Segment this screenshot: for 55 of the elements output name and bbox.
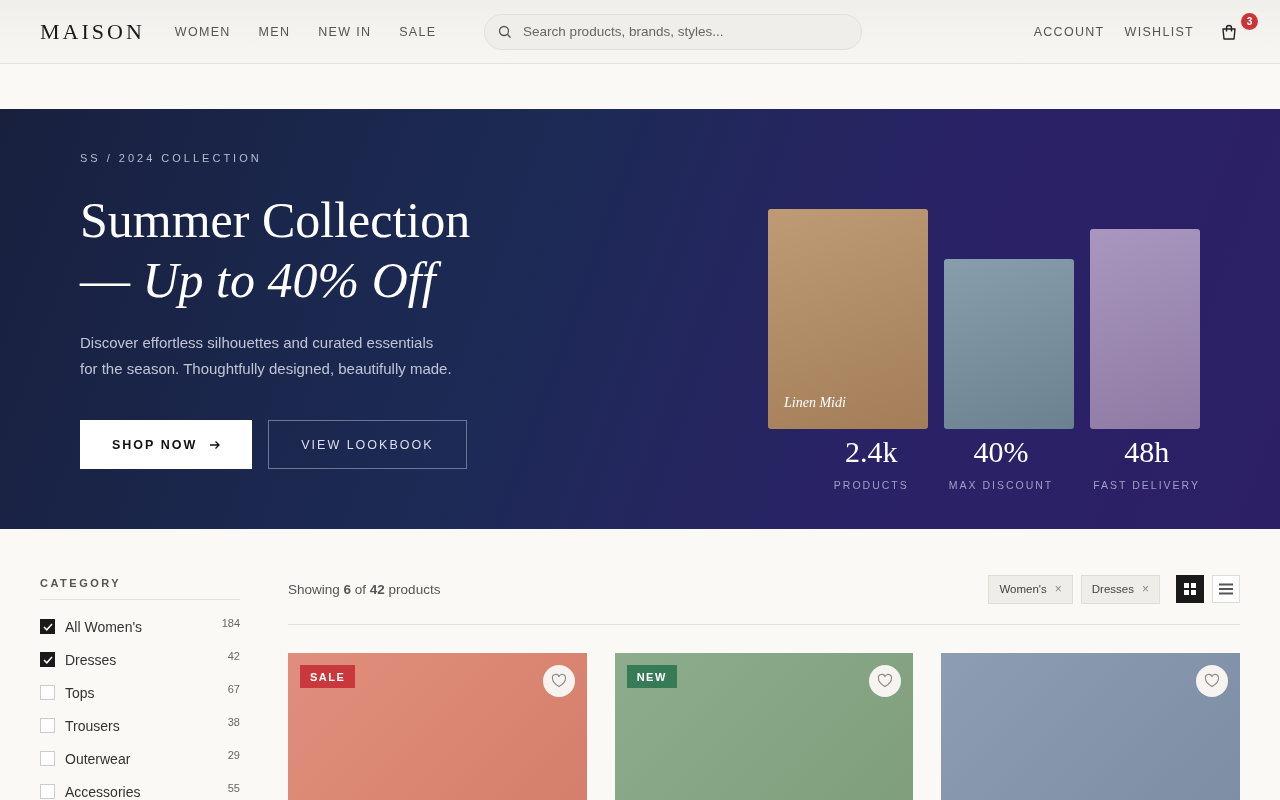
hero-title: Summer Collection — Up to 40% Off [80, 191, 472, 310]
grid-icon [1183, 582, 1197, 596]
nav-link[interactable]: NEW IN [318, 24, 372, 39]
cart-count-badge: 3 [1241, 12, 1258, 30]
heart-icon [1204, 673, 1220, 689]
nav-link[interactable]: SALE [399, 24, 437, 39]
search-field[interactable]: Search products, brands, styles... [484, 13, 863, 50]
header-link[interactable]: ACCOUNT [1033, 24, 1105, 39]
stat-value: 2.4k [844, 434, 899, 470]
checkbox[interactable] [40, 619, 55, 634]
product-badge: SALE [300, 665, 356, 688]
nav-link[interactable]: MEN [258, 24, 291, 39]
filter-count: 38 [227, 716, 240, 728]
filter-label[interactable]: Tops [65, 684, 228, 701]
filter-label[interactable]: Trousers [65, 717, 228, 734]
filter-count: 42 [227, 650, 240, 662]
shop-now-button[interactable]: SHOP NOW [80, 420, 253, 469]
favorite-button[interactable] [869, 665, 902, 697]
product-image[interactable]: NEW [614, 653, 914, 800]
hero-description: Discover effortless silhouettes and curated essentials for the season. Thoughtfully designed, beautifully made. [80, 333, 452, 379]
heart-icon [550, 673, 567, 689]
filter-label[interactable]: Outerwear [65, 750, 228, 767]
nav-link[interactable]: WOMEN [174, 24, 231, 39]
filter-count: 29 [227, 749, 240, 761]
heart-icon [877, 673, 894, 689]
stat-value: 48h [1123, 434, 1171, 470]
product-badge: NEW [626, 665, 677, 688]
hero-eyebrow: SS / 2024 COLLECTION [80, 152, 263, 164]
filter-chip[interactable]: Dresses × [1080, 574, 1160, 604]
checkbox[interactable] [40, 652, 55, 667]
arrow-icon [209, 438, 221, 451]
bag-icon [1220, 22, 1238, 41]
favorite-button[interactable] [1196, 665, 1228, 697]
filter-chip[interactable]: Women's × [988, 574, 1073, 604]
product-image[interactable]: SALE [288, 653, 587, 800]
list-view-button[interactable] [1212, 575, 1240, 603]
filter-label[interactable]: All Women's [65, 618, 222, 635]
list-icon [1219, 582, 1233, 596]
filter-count: 55 [227, 782, 240, 794]
favorite-button[interactable] [542, 665, 575, 697]
filter-label[interactable]: Dresses [65, 651, 228, 668]
filter-label[interactable]: Accessories [65, 783, 228, 800]
filter-count: 184 [221, 617, 240, 629]
results-summary: Showing 6 of 42 products [288, 581, 441, 597]
stat-label: PRODUCTS [833, 479, 909, 491]
filter-heading: CATEGORY [40, 577, 240, 600]
filter-count: 67 [227, 683, 240, 695]
lookbook-button[interactable]: VIEW LOOKBOOK [268, 420, 467, 469]
header-link[interactable]: WISHLIST [1124, 24, 1194, 39]
logo[interactable]: MAISON [40, 18, 145, 45]
grid-view-button[interactable] [1176, 575, 1204, 603]
swatch-caption: Linen Midi [784, 395, 846, 411]
stat-label: MAX DISCOUNT [948, 479, 1054, 491]
stat-value: 40% [972, 434, 1030, 470]
stat-label: FAST DELIVERY [1093, 479, 1200, 491]
